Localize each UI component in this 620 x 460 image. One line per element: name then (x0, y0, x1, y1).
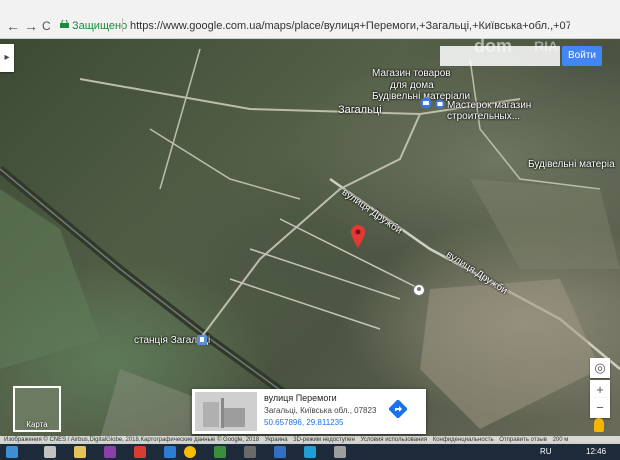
scale-label[interactable]: 200 м (553, 437, 569, 443)
terms-link[interactable]: Условия использования (360, 437, 427, 443)
place-icon[interactable] (413, 284, 425, 296)
watermark-logo: RIA (534, 38, 559, 54)
poi-label[interactable]: Будівельні матеріа (528, 159, 615, 170)
clock[interactable]: 12:46 (586, 447, 606, 456)
reload-button[interactable]: C (42, 19, 51, 33)
secure-label: Защищено (72, 20, 128, 32)
poi-label[interactable]: для дома (390, 80, 434, 91)
zoom-out-button[interactable]: − (590, 398, 610, 418)
taskbar-app-icon[interactable] (244, 446, 256, 458)
watermark-logo: dom (474, 36, 512, 56)
browser-toolbar: ← → C Защищено https://www.google.com.ua… (0, 0, 620, 39)
forward-button[interactable]: → (24, 19, 38, 33)
street-photo-icon (203, 398, 245, 428)
poi-label[interactable]: Мастерок магазин (447, 100, 531, 111)
word-icon[interactable] (274, 446, 286, 458)
place-coordinates[interactable]: 50.657896, 29.811235 (264, 418, 343, 427)
place-photo[interactable] (195, 392, 257, 431)
store-icon[interactable] (435, 99, 445, 109)
store-icon[interactable] (420, 97, 432, 109)
taskbar-app-icon[interactable] (44, 446, 56, 458)
satellite-map[interactable]: Магазин товаров для дома Будівельні мате… (0, 39, 620, 442)
opera-icon[interactable] (134, 446, 146, 458)
place-title: вулиця Перемоги (264, 393, 337, 403)
url-field[interactable]: https://www.google.com.ua/maps/place/вул… (130, 20, 570, 32)
taskbar-app-icon[interactable] (104, 446, 116, 458)
train-station-icon[interactable] (197, 335, 207, 345)
village-label: Загальці (338, 104, 382, 116)
poi-label[interactable]: Магазин товаров (372, 68, 451, 79)
back-button[interactable]: ← (6, 19, 20, 33)
folder-icon[interactable] (74, 446, 86, 458)
map-type-label: Карта (26, 420, 48, 429)
taskbar-app-icon[interactable] (334, 446, 346, 458)
chrome-icon[interactable] (184, 446, 196, 458)
divider (122, 18, 123, 32)
language-indicator[interactable]: RU (540, 447, 552, 456)
map-type-toggle[interactable]: Карта (13, 386, 61, 432)
windows-taskbar: RU 12:46 (0, 444, 620, 460)
login-button[interactable]: Войти (562, 46, 602, 66)
street-view-pegman-icon[interactable] (594, 418, 604, 432)
directions-icon[interactable] (389, 400, 407, 418)
poi-label[interactable]: строительных... (447, 111, 520, 122)
place-card[interactable]: вулиця Перемоги Загальці, Київська обл.,… (192, 389, 426, 434)
imagery-credit: Изображения © CNES / Airbus,DigitalGlobe… (4, 437, 260, 443)
place-address: Загальці, Київська обл., 07823 (264, 406, 377, 415)
privacy-link[interactable]: Конфиденциальность (433, 437, 494, 443)
taskbar-app-icon[interactable] (214, 446, 226, 458)
map-footer: Изображения © CNES / Airbus,DigitalGlobe… (0, 436, 620, 444)
skype-icon[interactable] (304, 446, 316, 458)
country-link[interactable]: Украина (265, 437, 288, 443)
locate-me-button[interactable]: ◎ (590, 358, 610, 378)
taskbar-app-icon[interactable] (164, 446, 176, 458)
location-pin-icon[interactable] (350, 225, 366, 249)
zoom-in-button[interactable]: + (590, 380, 610, 400)
3d-mode-note: 3D-режим недоступен (293, 437, 355, 443)
start-button[interactable] (6, 446, 18, 458)
expand-panel-button[interactable]: ▸ (0, 44, 14, 72)
lock-icon (60, 20, 69, 28)
feedback-link[interactable]: Отправить отзыв (499, 437, 547, 443)
